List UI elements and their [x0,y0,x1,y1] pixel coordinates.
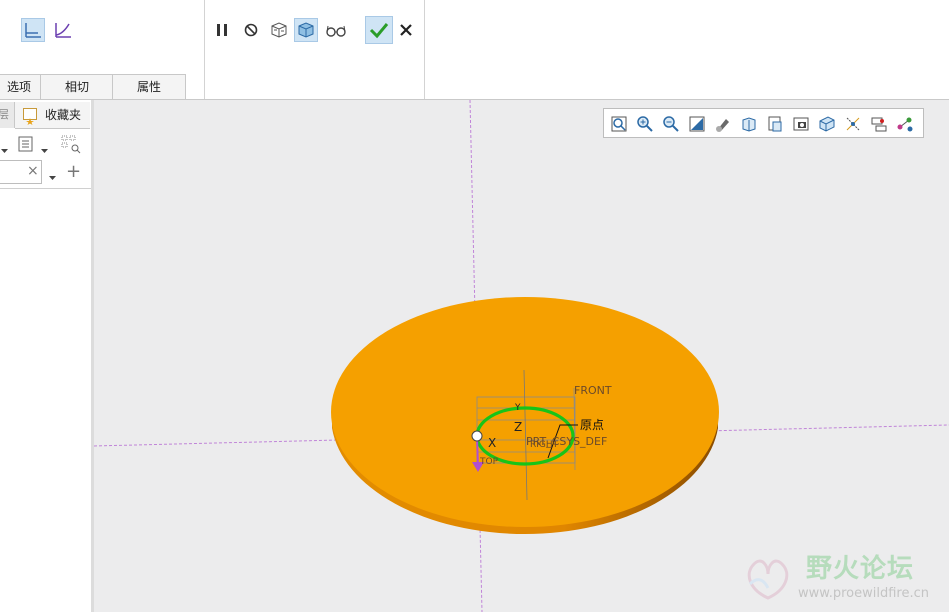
view-manager-icon[interactable] [792,115,810,133]
ribbon-divider [424,0,425,99]
spin-center-icon[interactable] [896,115,914,133]
dropdown-arrow-icon[interactable] [48,167,57,180]
model-tree-panel: 层 收藏夹 × + [0,100,92,612]
label-right: RIGHT [530,440,559,450]
dropdown-arrow-icon[interactable] [0,140,9,153]
named-views-icon[interactable] [766,115,784,133]
graphics-viewport[interactable]: FRONT 原点 PRT_CSYS_DEF RIGHT TOP Z Y X [94,100,949,612]
tab-tangency-label: 相切 [64,80,89,94]
tab-favorites[interactable]: 收藏夹 [15,102,90,129]
line-tool-icon[interactable] [21,18,45,42]
panel-divider [0,188,91,189]
tree-search-input[interactable]: × [0,160,42,184]
tree-filter-icon[interactable] [60,134,82,154]
checkmark-icon[interactable] [365,16,393,44]
ribbon: 选项 相切 属性 [0,0,949,100]
label-origin: 原点 [580,418,604,432]
watermark-logo-icon [747,559,789,600]
watermark-title: 野火论坛 [806,554,915,584]
saved-orientations-icon[interactable] [740,115,758,133]
zoom-in-icon[interactable] [636,115,654,133]
watermark: 野火论坛 www.proewildfire.cn [740,548,945,610]
tab-options[interactable]: 选项 [0,74,42,99]
view-toolbar [603,108,924,138]
tree-display-icon[interactable] [17,135,35,153]
add-icon[interactable]: + [66,161,81,182]
wireframe-preview-icon[interactable] [267,18,291,42]
glasses-preview-icon[interactable] [324,18,348,42]
curve-tool-icon[interactable] [51,18,75,42]
label-x: X [488,436,496,450]
no-preview-icon[interactable] [239,18,263,42]
pause-icon[interactable] [210,18,234,42]
refit-icon[interactable] [610,115,628,133]
display-style-icon[interactable] [714,115,732,133]
label-top: TOP [479,457,499,467]
tab-layer[interactable]: 层 [0,102,15,128]
close-icon[interactable] [394,18,418,42]
dropdown-arrow-icon[interactable] [40,140,49,153]
label-front: FRONT [574,384,612,397]
search-clear-icon[interactable]: × [27,163,39,179]
tab-options-label: 选项 [6,80,31,94]
tab-properties[interactable]: 属性 [112,74,186,99]
watermark-url: www.proewildfire.cn [798,586,929,601]
ribbon-divider [204,0,205,99]
tab-favorites-label: 收藏夹 [45,108,82,122]
datum-display-icon[interactable] [844,115,862,133]
perspective-icon[interactable] [818,115,836,133]
shaded-preview-icon[interactable] [294,18,318,42]
label-y: Y [514,403,521,413]
folder-star-icon [23,108,37,125]
zoom-out-icon[interactable] [662,115,680,133]
tab-layer-label: 层 [0,108,9,121]
annotation-display-icon[interactable] [870,115,888,133]
origin-point[interactable] [471,430,483,442]
tab-tangency[interactable]: 相切 [40,74,114,99]
label-z: Z [514,420,522,434]
tab-properties-label: 属性 [136,80,161,94]
repaint-icon[interactable] [688,115,706,133]
